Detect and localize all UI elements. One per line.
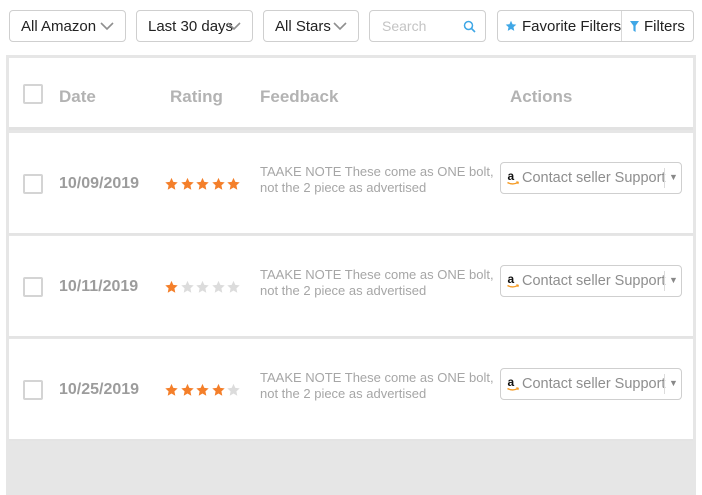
contact-seller-support-button[interactable]: a Contact seller Support ▼ bbox=[500, 265, 682, 297]
search-input[interactable] bbox=[370, 11, 466, 41]
feedback-date: 10/25/2019 bbox=[59, 381, 140, 398]
filters-button[interactable]: Filters bbox=[622, 11, 685, 41]
action-divider bbox=[664, 271, 665, 291]
star-empty-icon bbox=[180, 280, 194, 293]
filter-toolbar: All Amazon Last 30 days All Stars Favori… bbox=[0, 0, 702, 52]
marketplace-dropdown[interactable]: All Amazon bbox=[9, 10, 126, 42]
star-rating bbox=[164, 383, 242, 397]
filter-funnel-icon bbox=[630, 20, 639, 32]
star-filled-icon bbox=[196, 383, 209, 396]
filter-button-group: Favorite Filters Filters bbox=[497, 10, 694, 42]
feedback-table: Date Rating Feedback Actions 10/09/2019 … bbox=[6, 55, 696, 495]
contact-seller-support-button[interactable]: a Contact seller Support ▼ bbox=[500, 162, 682, 194]
star-empty-icon bbox=[227, 280, 240, 293]
star-filled-icon bbox=[180, 177, 194, 190]
star-filled-icon bbox=[196, 177, 209, 190]
date-range-dropdown[interactable]: Last 30 days bbox=[136, 10, 253, 42]
column-header-date[interactable]: Date bbox=[59, 87, 96, 107]
filters-label: Filters bbox=[644, 17, 685, 35]
star-filled-icon bbox=[165, 280, 178, 293]
table-row: 10/09/2019 TAAKE NOTE These come as ONE … bbox=[9, 133, 693, 235]
table-header: Date Rating Feedback Actions bbox=[9, 58, 693, 130]
date-range-dropdown-label: Last 30 days bbox=[148, 17, 234, 35]
action-label: Contact seller Support bbox=[522, 170, 666, 186]
svg-text:a: a bbox=[508, 376, 515, 389]
caret-down-icon[interactable]: ▼ bbox=[669, 275, 678, 285]
svg-text:a: a bbox=[508, 273, 515, 286]
search-box bbox=[369, 10, 486, 42]
star-rating bbox=[164, 177, 242, 191]
action-divider bbox=[664, 168, 665, 188]
feedback-text: TAAKE NOTE These come as ONE bolt, not t… bbox=[260, 164, 494, 195]
caret-down-icon[interactable]: ▼ bbox=[669, 172, 678, 182]
stars-dropdown[interactable]: All Stars bbox=[263, 10, 359, 42]
row-checkbox[interactable] bbox=[23, 174, 43, 194]
row-checkbox[interactable] bbox=[23, 380, 43, 400]
stars-dropdown-label: All Stars bbox=[275, 17, 331, 35]
action-label: Contact seller Support bbox=[522, 273, 666, 289]
column-header-actions: Actions bbox=[510, 87, 573, 106]
star-filled-icon bbox=[180, 383, 194, 396]
select-all-checkbox[interactable] bbox=[23, 84, 43, 104]
marketplace-dropdown-label: All Amazon bbox=[21, 17, 97, 35]
star-filled-icon bbox=[165, 177, 178, 190]
svg-text:a: a bbox=[508, 170, 515, 183]
feedback-text: TAAKE NOTE These come as ONE bolt, not t… bbox=[260, 267, 494, 298]
star-filled-icon bbox=[227, 177, 240, 190]
favorite-filters-button[interactable]: Favorite Filters bbox=[498, 11, 622, 41]
column-header-feedback[interactable]: Feedback bbox=[260, 87, 338, 107]
star-empty-icon bbox=[211, 280, 225, 293]
contact-seller-support-button[interactable]: a Contact seller Support ▼ bbox=[500, 368, 682, 400]
star-filled-icon bbox=[211, 177, 225, 190]
star-filled-icon bbox=[211, 383, 225, 396]
star-filled-icon bbox=[165, 383, 178, 396]
table-row: 10/11/2019 TAAKE NOTE These come as ONE … bbox=[9, 236, 693, 338]
action-divider bbox=[664, 374, 665, 394]
star-empty-icon bbox=[227, 383, 240, 396]
search-icon[interactable] bbox=[463, 20, 476, 33]
chevron-down-icon bbox=[100, 22, 114, 31]
amazon-logo-icon: a bbox=[507, 273, 519, 288]
star-icon bbox=[505, 20, 517, 31]
amazon-logo-icon: a bbox=[507, 376, 519, 391]
row-checkbox[interactable] bbox=[23, 277, 43, 297]
action-label: Contact seller Support bbox=[522, 376, 666, 392]
feedback-date: 10/11/2019 bbox=[59, 278, 139, 295]
column-header-rating[interactable]: Rating bbox=[170, 87, 223, 107]
feedback-text: TAAKE NOTE These come as ONE bolt, not t… bbox=[260, 370, 494, 401]
feedback-date: 10/09/2019 bbox=[59, 175, 140, 192]
amazon-logo-icon: a bbox=[507, 170, 519, 185]
star-rating bbox=[164, 280, 242, 294]
star-empty-icon bbox=[196, 280, 209, 293]
chevron-down-icon bbox=[333, 22, 347, 31]
chevron-down-icon bbox=[227, 22, 241, 31]
caret-down-icon[interactable]: ▼ bbox=[669, 378, 678, 388]
table-row: 10/25/2019 TAAKE NOTE These come as ONE … bbox=[9, 339, 693, 441]
favorite-filters-label: Favorite Filters bbox=[522, 17, 622, 35]
